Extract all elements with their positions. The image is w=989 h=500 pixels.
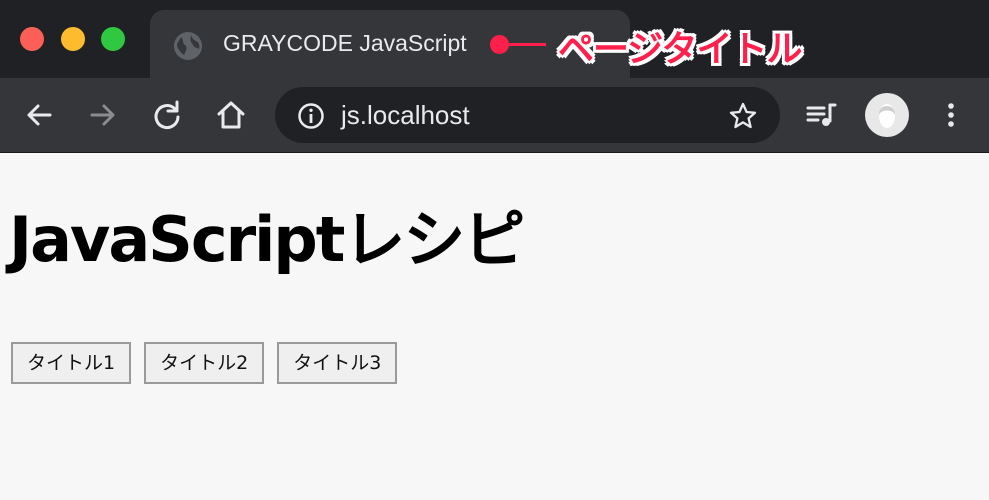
window-close-button[interactable] [20,27,44,51]
star-icon[interactable] [728,101,758,131]
globe-icon [174,32,202,60]
window-titlebar: GRAYCODE JavaScript + ページタイトル [0,0,989,78]
title-button-group: タイトル1 タイトル2 タイトル3 [11,342,398,384]
annotation-dot [490,35,509,54]
url-text: js.localhost [341,100,470,130]
back-icon[interactable] [22,98,56,132]
title-1-button[interactable]: タイトル1 [11,342,132,384]
media-queue-icon[interactable] [804,98,838,132]
title-2-button[interactable]: タイトル2 [144,342,265,384]
annotation-label: ページタイトル [558,29,803,70]
forward-icon[interactable] [86,98,120,132]
menu-icon[interactable] [934,98,968,132]
avatar[interactable] [865,93,909,137]
address-bar[interactable]: js.localhost [275,87,780,143]
home-icon[interactable] [214,98,248,132]
window-minimize-button[interactable] [61,27,85,51]
page-heading: JavaScriptレシピ [9,203,525,276]
window-maximize-button[interactable] [101,27,125,51]
info-icon[interactable] [297,102,325,130]
profile-icon [878,104,896,128]
tab-title: GRAYCODE JavaScript [223,30,467,56]
reload-icon[interactable] [150,98,184,132]
browser-toolbar: js.localhost [0,78,989,153]
title-3-button[interactable]: タイトル3 [277,342,398,384]
